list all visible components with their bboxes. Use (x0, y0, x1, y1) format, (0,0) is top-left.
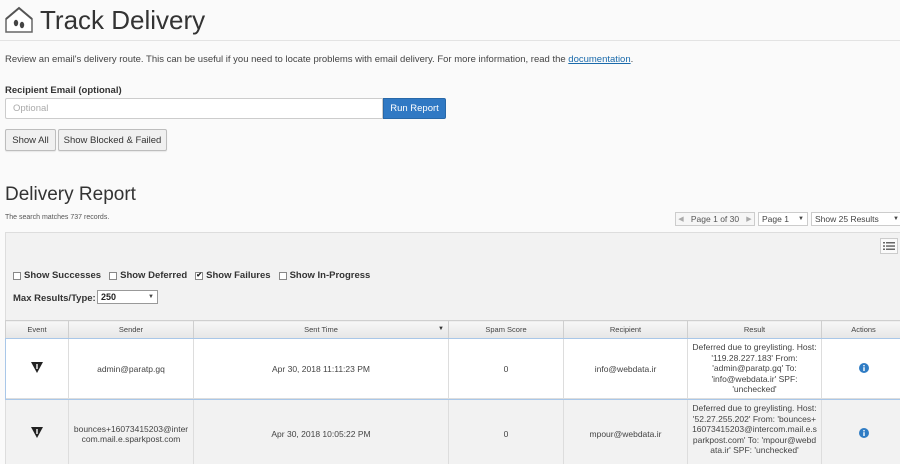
max-results-select[interactable]: 250 ▼ (97, 290, 158, 304)
info-icon[interactable] (858, 427, 869, 438)
column-header-actions: Actions (821, 320, 900, 339)
prev-page-icon[interactable]: ◀ (676, 215, 686, 223)
documentation-link[interactable]: documentation (568, 54, 630, 65)
filter-label: Show Failures (206, 270, 271, 281)
column-toggle-button[interactable] (880, 238, 898, 254)
sort-desc-icon: ▼ (438, 326, 444, 332)
next-page-icon[interactable]: ▶ (744, 215, 754, 223)
track-delivery-icon (5, 6, 33, 33)
column-header-sent-time[interactable]: Sent Time ▼ (193, 320, 449, 339)
max-results-label: Max Results/Type: (13, 293, 96, 304)
header-divider (0, 40, 900, 41)
delivery-report-title: Delivery Report (5, 184, 136, 205)
results-per-page-select[interactable]: Show 25 Results ▼ (811, 212, 900, 226)
intro-text: Review an email's delivery route. This c… (5, 54, 633, 65)
page-header: Track Delivery (4, 3, 205, 37)
sent-time-cell: Apr 30, 2018 11:11:23 PM (193, 338, 449, 399)
max-results-value: 250 (101, 292, 117, 302)
intro-body: Review an email's delivery route. This c… (5, 54, 569, 65)
column-header-event[interactable]: Event (5, 320, 69, 339)
delivery-table: Event Sender Sent Time ▼ Spam Score Recip… (4, 320, 900, 464)
chevron-down-icon: ▼ (798, 216, 804, 222)
sender-cell: admin@paratp.gq (68, 338, 194, 399)
filter-successes[interactable]: Show Successes (13, 270, 101, 281)
info-icon[interactable] (858, 362, 869, 373)
recipient-email-label: Recipient Email (optional) (5, 85, 122, 96)
table-header-row: Event Sender Sent Time ▼ Spam Score Recip… (5, 320, 900, 339)
chevron-down-icon: ▼ (148, 294, 154, 300)
deferred-warning-icon (31, 362, 43, 373)
checkbox[interactable] (13, 271, 21, 280)
result-cell: Deferred due to greylisting. Host: '119.… (687, 338, 822, 399)
deferred-warning-icon (31, 427, 43, 438)
column-header-sender[interactable]: Sender (68, 320, 194, 339)
actions-cell (821, 398, 900, 464)
table-row[interactable]: bounces+16073415203@intercom.mail.e.spar… (5, 398, 900, 464)
event-cell (5, 338, 69, 399)
recipient-email-input[interactable] (5, 98, 383, 119)
filter-label: Show Successes (24, 270, 102, 281)
results-select-value: Show 25 Results (815, 214, 879, 224)
sent-time-cell: Apr 30, 2018 10:05:22 PM (193, 398, 449, 464)
checkbox[interactable] (278, 271, 287, 280)
filter-checkboxes: Show Successes Show Deferred ✔ Show Fail… (13, 270, 370, 281)
column-header-result[interactable]: Result (687, 320, 822, 339)
page-select-value: Page 1 (762, 214, 789, 224)
intro-end: . (630, 54, 634, 65)
table-row[interactable]: admin@paratp.gq Apr 30, 2018 11:11:23 PM… (4, 337, 900, 400)
sender-cell: bounces+16073415203@intercom.mail.e.spar… (68, 398, 194, 464)
result-cell: Deferred due to greylisting. Host: '52.2… (687, 398, 822, 464)
column-header-recipient[interactable]: Recipient (563, 320, 688, 339)
list-icon (883, 242, 895, 250)
recipient-cell: info@webdata.ir (563, 338, 688, 399)
checkbox-checked[interactable]: ✔ (195, 271, 204, 280)
show-blocked-failed-button[interactable]: Show Blocked & Failed (58, 129, 167, 151)
chevron-down-icon: ▼ (893, 216, 899, 222)
pager: ◀ Page 1 of 30 ▶ (675, 212, 755, 226)
run-report-button[interactable]: Run Report (383, 98, 446, 119)
checkbox[interactable] (109, 271, 118, 280)
actions-cell (821, 338, 900, 399)
filter-deferred[interactable]: Show Deferred (109, 270, 187, 281)
column-header-spam-score[interactable]: Spam Score (448, 320, 564, 339)
filter-label: Show Deferred (120, 270, 188, 281)
page-title: Track Delivery (40, 4, 206, 35)
pager-text: Page 1 of 30 (690, 214, 740, 224)
spam-score-cell: 0 (448, 338, 564, 399)
recipient-cell: mpour@webdata.ir (563, 398, 688, 464)
page-select[interactable]: Page 1 ▼ (758, 212, 808, 226)
event-cell (5, 398, 69, 464)
show-all-button[interactable]: Show All (5, 129, 56, 151)
column-header-sent-time-label: Sent Time (304, 325, 338, 334)
filter-failures[interactable]: ✔ Show Failures (195, 270, 271, 281)
filter-label: Show In-Progress (289, 270, 371, 281)
records-count: The search matches 737 records. (5, 214, 110, 221)
filter-in-progress[interactable]: Show In-Progress (278, 270, 371, 281)
spam-score-cell: 0 (448, 398, 564, 464)
